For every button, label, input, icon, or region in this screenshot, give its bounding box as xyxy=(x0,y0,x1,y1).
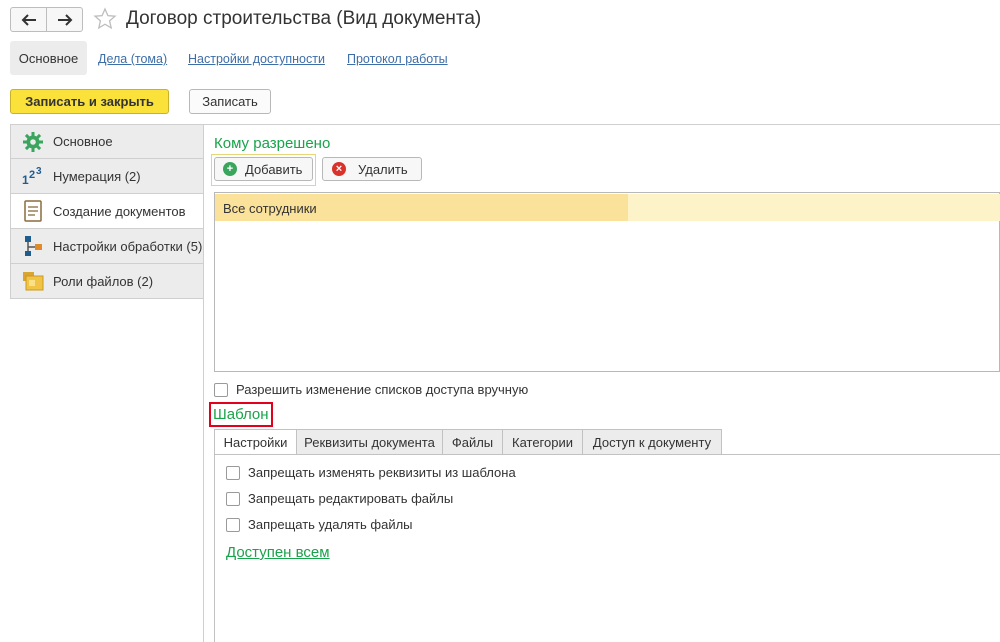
tab-availability-settings[interactable]: Настройки доступности xyxy=(188,52,325,66)
forward-button[interactable] xyxy=(46,8,82,31)
option-row[interactable]: Запрещать удалять файлы xyxy=(226,517,413,532)
svg-text:1: 1 xyxy=(22,173,29,187)
forbid-change-attributes-checkbox[interactable] xyxy=(226,465,240,480)
sidebar-item-label: Роли файлов (2) xyxy=(53,273,154,289)
table-row[interactable]: Все сотрудники xyxy=(215,194,1000,221)
manual-access-checkbox[interactable] xyxy=(214,382,228,397)
sidebar-item-label: Нумерация (2) xyxy=(53,168,141,184)
delete-icon: × xyxy=(332,162,346,176)
option-row[interactable]: Запрещать редактировать файлы xyxy=(226,491,453,506)
sidebar-item-file-roles[interactable]: Роли файлов (2) xyxy=(10,264,204,299)
sidebar-item-label: Создание документов xyxy=(53,203,186,219)
window-title: Договор строительства (Вид документа) xyxy=(126,8,482,29)
arrow-right-icon xyxy=(57,13,72,26)
sidebar-item-processing-settings[interactable]: Настройки обработки (5) xyxy=(10,229,204,264)
tab-document-access[interactable]: Доступ к документу xyxy=(583,429,722,455)
sidebar-item-main[interactable]: Основное xyxy=(10,124,204,159)
tab-categories[interactable]: Категории xyxy=(503,429,583,455)
tab-files[interactable]: Файлы xyxy=(443,429,503,455)
document-icon xyxy=(21,199,45,223)
numbering-icon: 1 2 3 xyxy=(21,164,45,188)
list-item-label: Все сотрудники xyxy=(223,201,317,216)
sidebar-item-label: Настройки обработки (5) xyxy=(53,238,203,254)
access-section-title: Кому разрешено xyxy=(214,135,331,152)
tab-main[interactable]: Основное xyxy=(10,41,87,75)
folder-icon xyxy=(21,269,45,293)
content-divider-left xyxy=(203,124,204,642)
access-list[interactable]: Все сотрудники xyxy=(214,192,1000,372)
sidebar-item-create-documents[interactable]: Создание документов xyxy=(10,194,204,229)
template-section-title: Шаблон xyxy=(213,406,269,423)
settings-tab-panel xyxy=(214,454,1000,642)
save-button[interactable]: Записать xyxy=(189,89,271,114)
tab-document-attributes[interactable]: Реквизиты документа xyxy=(297,429,443,455)
svg-text:2: 2 xyxy=(29,169,35,181)
process-icon xyxy=(21,234,45,258)
add-button[interactable]: + Добавить xyxy=(214,157,313,181)
tab-work-log[interactable]: Протокол работы xyxy=(347,52,448,66)
template-tabs: Настройки Реквизиты документа Файлы Кате… xyxy=(214,429,722,455)
plus-icon: + xyxy=(223,162,237,176)
option-label: Запрещать изменять реквизиты из шаблона xyxy=(248,465,516,480)
save-and-close-button[interactable]: Записать и закрыть xyxy=(10,89,169,114)
option-label: Запрещать редактировать файлы xyxy=(248,491,454,506)
manual-access-label: Разрешить изменение списков доступа вруч… xyxy=(236,382,529,397)
svg-text:3: 3 xyxy=(36,166,42,177)
option-row[interactable]: Запрещать изменять реквизиты из шаблона xyxy=(226,465,516,480)
history-nav xyxy=(10,7,83,32)
sidebar: Основное 1 2 3 Нумерация (2) Создание до… xyxy=(10,124,204,299)
sidebar-item-label: Основное xyxy=(53,134,113,149)
tab-settings[interactable]: Настройки xyxy=(214,429,297,455)
option-label: Запрещать удалять файлы xyxy=(248,517,413,532)
add-button-label: Добавить xyxy=(245,161,303,177)
forbid-delete-files-checkbox[interactable] xyxy=(226,517,240,532)
content-divider-top xyxy=(203,124,1000,125)
delete-button[interactable]: × Удалить xyxy=(322,157,422,181)
forbid-edit-files-checkbox[interactable] xyxy=(226,491,240,506)
manual-access-option[interactable]: Разрешить изменение списков доступа вруч… xyxy=(214,382,528,397)
gear-icon xyxy=(21,130,45,154)
star-icon[interactable] xyxy=(93,7,117,31)
delete-button-label: Удалить xyxy=(358,161,408,177)
sidebar-item-numbering[interactable]: 1 2 3 Нумерация (2) xyxy=(10,159,204,194)
arrow-left-icon xyxy=(21,13,36,26)
available-to-all-link[interactable]: Доступен всем xyxy=(226,544,330,561)
back-button[interactable] xyxy=(11,8,46,31)
tab-cases[interactable]: Дела (тома) xyxy=(98,52,167,66)
